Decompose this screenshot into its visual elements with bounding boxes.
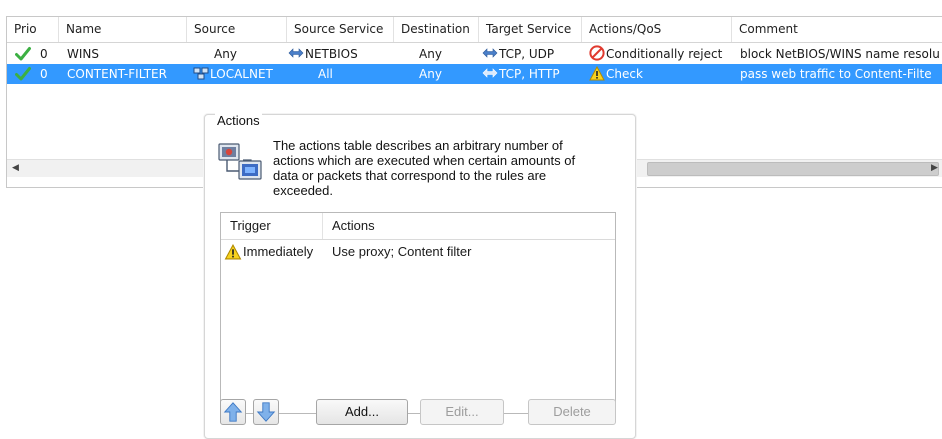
table-row-selected[interactable]: 0 CONTENT-FILTER LOCALNET All Any TCP, H… <box>7 64 942 84</box>
table-row[interactable]: Immediately Use proxy; Content filter <box>221 240 615 264</box>
move-up-button[interactable] <box>220 399 246 425</box>
scroll-left-icon[interactable]: ◀ <box>7 160 24 177</box>
actions-panel-title: Actions <box>215 113 262 128</box>
column-header-source[interactable]: Source <box>187 17 287 42</box>
cell-source: LOCALNET <box>193 64 283 84</box>
actions-panel: Actions The actions table describes an a… <box>204 113 636 439</box>
scrollbar-thumb[interactable] <box>647 162 939 176</box>
column-header-destination[interactable]: Destination <box>394 17 479 42</box>
cell-action-label: Check <box>606 67 643 81</box>
table-row[interactable]: 0 WINS Any NETBIOS Any TCP, UDP Conditio… <box>7 44 942 64</box>
actions-table-header: Trigger Actions <box>221 213 615 240</box>
cell-destination: Any <box>419 67 442 81</box>
check-icon <box>15 67 31 81</box>
service-icon <box>482 68 498 78</box>
arrow-down-icon <box>256 402 276 422</box>
reject-icon <box>589 45 605 61</box>
column-header-source-service[interactable]: Source Service <box>287 17 394 42</box>
cell-source-service: All <box>318 67 333 81</box>
move-down-button[interactable] <box>253 399 279 425</box>
scroll-right-icon[interactable]: ▶ <box>926 160 942 177</box>
edit-button[interactable]: Edit... <box>420 399 504 425</box>
cell-target-service-label: TCP, UDP <box>499 47 555 61</box>
cell-source: Any <box>214 47 237 61</box>
column-header-name[interactable]: Name <box>59 17 187 42</box>
cell-source-service-label: NETBIOS <box>305 47 358 61</box>
warning-icon <box>224 244 242 260</box>
cell-target-service: TCP, HTTP <box>482 64 580 84</box>
cell-destination: Any <box>419 47 442 61</box>
cell-comment: pass web traffic to Content-Filte <box>740 67 932 81</box>
column-header-comment[interactable]: Comment <box>732 17 942 42</box>
actions-table[interactable]: Trigger Actions Immediately Use proxy; C… <box>220 212 616 414</box>
network-icon <box>193 67 209 80</box>
warning-icon <box>589 66 605 81</box>
column-header-trigger[interactable]: Trigger <box>221 213 323 239</box>
cell-name: WINS <box>67 47 99 61</box>
actions-monitor-icon <box>218 143 262 180</box>
cell-prio: 0 <box>40 47 48 61</box>
rules-grid-header: Prio Name Source Source Service Destinat… <box>7 17 942 43</box>
column-header-prio[interactable]: Prio <box>7 17 59 42</box>
arrow-up-icon <box>223 402 243 422</box>
service-icon <box>482 48 498 58</box>
cell-action: Conditionally reject <box>589 44 731 64</box>
cell-target-service: TCP, UDP <box>482 44 580 64</box>
cell-source-label: LOCALNET <box>210 67 273 81</box>
column-header-target-service[interactable]: Target Service <box>479 17 582 42</box>
add-button[interactable]: Add... <box>316 399 408 425</box>
cell-action: Check <box>589 64 731 84</box>
cell-target-service-label: TCP, HTTP <box>499 67 560 81</box>
column-header-actions[interactable]: Actions <box>323 213 615 239</box>
column-header-actions-qos[interactable]: Actions/QoS <box>582 17 732 42</box>
service-icon <box>288 48 304 58</box>
cell-source-service: NETBIOS <box>288 44 392 64</box>
cell-comment: block NetBIOS/WINS name resolu <box>740 47 940 61</box>
cell-prio: 0 <box>40 67 48 81</box>
check-icon <box>15 47 31 61</box>
delete-button[interactable]: Delete <box>528 399 616 425</box>
actions-description: The actions table describes an arbitrary… <box>273 138 576 198</box>
cell-trigger: Immediately <box>243 244 314 259</box>
cell-action-label: Conditionally reject <box>606 47 723 61</box>
cell-name: CONTENT-FILTER <box>67 67 167 81</box>
cell-actions: Use proxy; Content filter <box>332 244 472 259</box>
